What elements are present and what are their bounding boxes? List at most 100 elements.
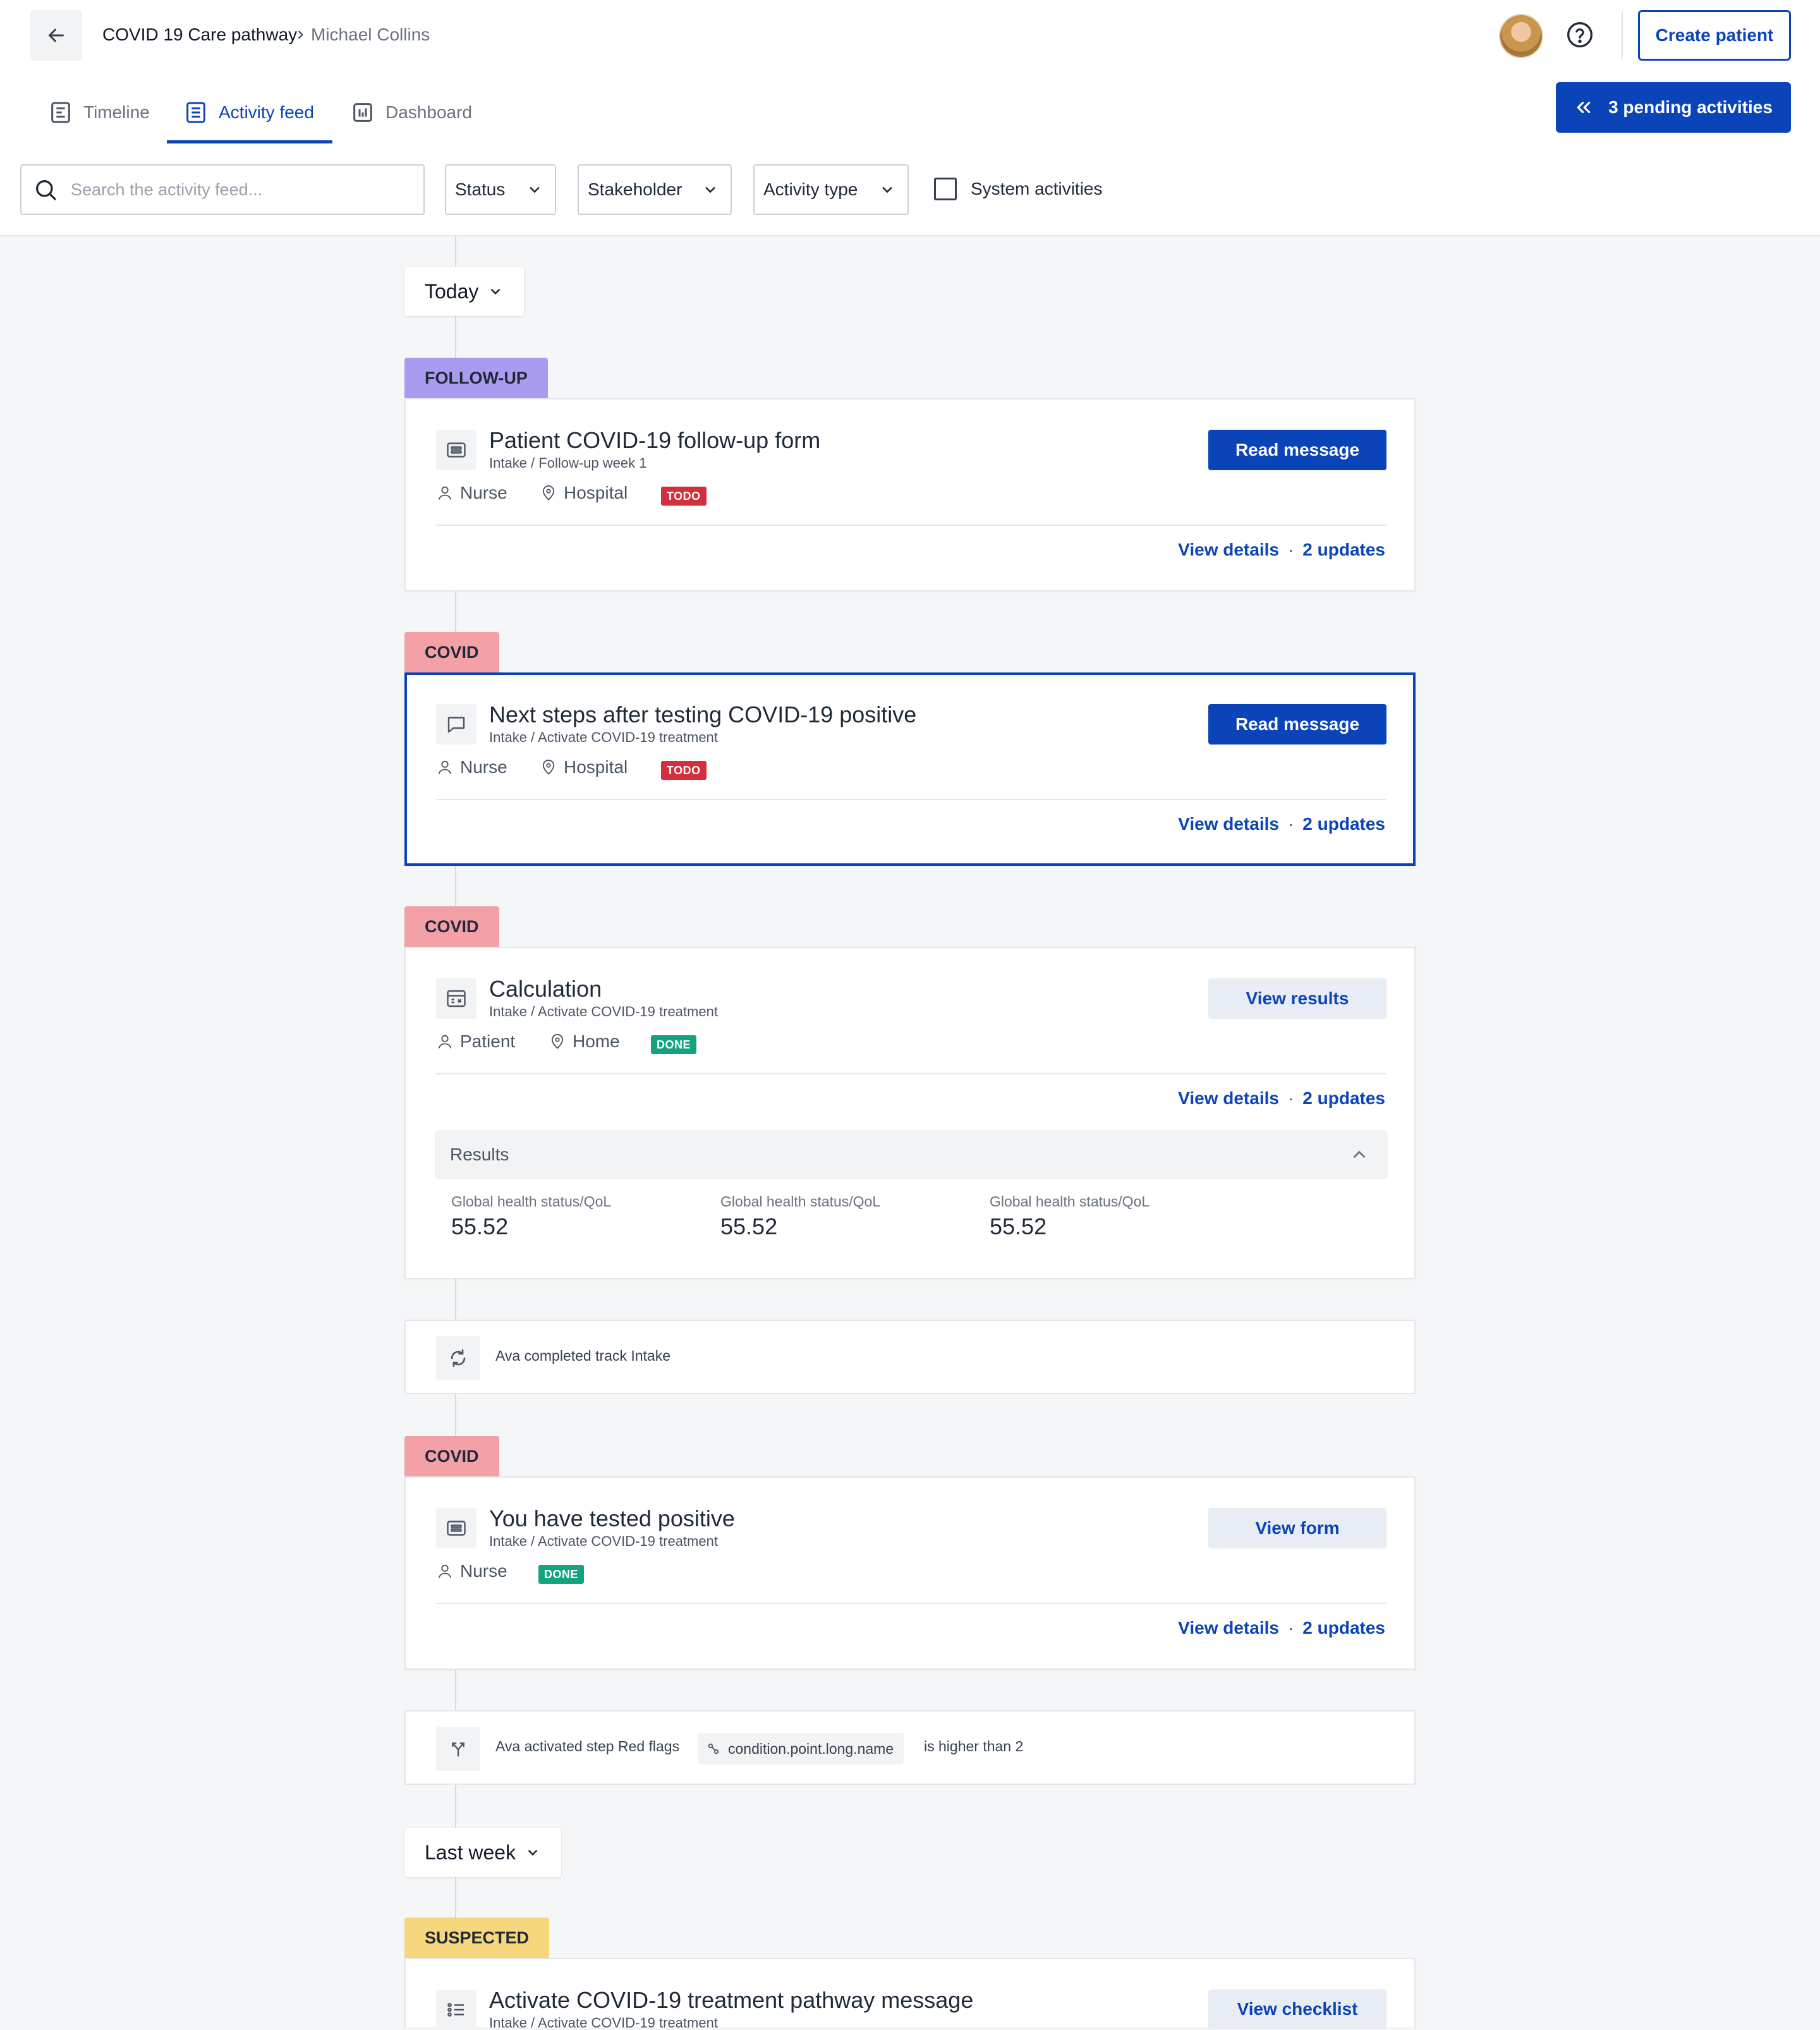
- status-badge: TODO: [661, 761, 707, 780]
- category-tag: COVID: [404, 1436, 499, 1476]
- stakeholder-meta: Nurse: [436, 483, 507, 503]
- system-activity-row: Ava completed track Intake: [404, 1320, 1416, 1394]
- location-pin-icon: [542, 485, 555, 501]
- location-meta: Hospital: [540, 483, 628, 503]
- activity-title: Calculation: [489, 976, 602, 1002]
- activity-card: You have tested positive Intake / Activa…: [404, 1476, 1416, 1670]
- location-label: Hospital: [564, 483, 628, 502]
- activity-feed-icon: [186, 102, 205, 123]
- date-group-today-label: Today: [425, 279, 479, 303]
- result-label: Global health status/QoL: [451, 1193, 612, 1210]
- form-icon: [436, 1508, 476, 1548]
- location-meta: Hospital: [540, 757, 628, 777]
- pending-activities-button[interactable]: 3 pending activities: [1556, 82, 1791, 133]
- result-label: Global health status/QoL: [720, 1193, 881, 1210]
- user-icon: [438, 760, 452, 774]
- category-tag: COVID: [404, 906, 499, 947]
- view-details-link[interactable]: View details: [1178, 814, 1279, 834]
- user-icon: [438, 1564, 452, 1578]
- updates-link[interactable]: 2 updates: [1302, 1088, 1385, 1108]
- stakeholder-meta: Patient: [436, 1031, 515, 1052]
- stakeholder-dropdown-label: Stakeholder: [588, 179, 682, 199]
- result-label: Global health status/QoL: [990, 1193, 1150, 1210]
- card-divider: [436, 1073, 1386, 1074]
- view-results-button[interactable]: View results: [1208, 978, 1386, 1019]
- avatar[interactable]: [1499, 14, 1543, 58]
- category-tag: COVID: [404, 632, 499, 672]
- results-heading: Results: [450, 1145, 509, 1164]
- message-icon: [436, 704, 476, 745]
- view-details-link[interactable]: View details: [1178, 1618, 1279, 1638]
- refresh-icon: [436, 1336, 480, 1380]
- search-input[interactable]: [70, 179, 401, 200]
- view-checklist-button[interactable]: View checklist: [1208, 1990, 1386, 2029]
- system-activities-checkbox[interactable]: [934, 178, 957, 200]
- tab-dashboard-label: Dashboard: [385, 102, 472, 122]
- status-badge: DONE: [538, 1565, 585, 1584]
- system-activity-text: Ava completed track Intake: [495, 1347, 670, 1364]
- create-patient-button[interactable]: Create patient: [1638, 10, 1791, 61]
- system-activity-row: Ava activated step Red flags condition.p…: [404, 1710, 1416, 1785]
- search-box[interactable]: [20, 164, 425, 215]
- header-divider: [1622, 11, 1623, 59]
- system-activities-label[interactable]: System activities: [971, 179, 1103, 199]
- stakeholder-meta: Nurse: [436, 1561, 507, 1581]
- activity-title: Next steps after testing COVID-19 positi…: [489, 702, 917, 727]
- results-accordion-header[interactable]: Results: [435, 1130, 1388, 1179]
- read-message-button[interactable]: Read message: [1208, 704, 1386, 745]
- calculator-icon: [436, 978, 476, 1019]
- filter-bar: Status Stakeholder Activity type System …: [0, 144, 1820, 236]
- branch-icon: [436, 1727, 480, 1771]
- tab-timeline[interactable]: Timeline: [48, 82, 150, 143]
- category-tag: FOLLOW-UP: [404, 358, 548, 398]
- system-activity-text: Ava activated step Red flags: [495, 1738, 680, 1754]
- activity-type-dropdown[interactable]: Activity type: [753, 164, 909, 215]
- condition-chip: condition.point.long.name: [698, 1733, 904, 1765]
- chevron-down-icon: [882, 186, 892, 193]
- date-group-last-week-label: Last week: [425, 1840, 516, 1864]
- link-icon: [708, 1743, 719, 1754]
- card-links: View details · 2 updates: [1178, 1618, 1385, 1638]
- help-icon[interactable]: [1566, 21, 1594, 49]
- stakeholder-label: Nurse: [460, 757, 507, 777]
- tab-activity-feed-label: Activity feed: [219, 102, 314, 122]
- checklist-icon: [436, 1990, 476, 2030]
- pending-activities-label: 3 pending activities: [1608, 97, 1773, 117]
- view-details-link[interactable]: View details: [1178, 540, 1279, 559]
- breadcrumb-pathway[interactable]: COVID 19 Care pathway: [102, 24, 297, 46]
- date-group-last-week[interactable]: Last week: [404, 1828, 562, 1877]
- activity-card: Activate COVID-19 treatment pathway mess…: [404, 1958, 1416, 2030]
- stakeholder-meta: Nurse: [436, 757, 507, 777]
- date-group-today[interactable]: Today: [404, 267, 525, 316]
- result-value: 55.52: [451, 1213, 509, 1239]
- stakeholder-dropdown[interactable]: Stakeholder: [578, 164, 732, 215]
- tab-activity-feed[interactable]: Activity feed: [183, 82, 314, 143]
- breadcrumb-patient: Michael Collins: [311, 25, 430, 44]
- card-links: View details · 2 updates: [1178, 1088, 1385, 1108]
- updates-link[interactable]: 2 updates: [1302, 540, 1385, 559]
- chevron-down-icon: [490, 288, 500, 295]
- status-dropdown[interactable]: Status: [445, 164, 556, 215]
- double-chevron-left-icon: [1577, 101, 1591, 114]
- activity-title: Activate COVID-19 treatment pathway mess…: [489, 1987, 974, 2013]
- activity-subtitle: Intake / Activate COVID-19 treatment: [489, 2015, 718, 2027]
- stakeholder-label: Patient: [460, 1031, 516, 1051]
- stakeholder-label: Nurse: [460, 1561, 507, 1581]
- arrow-left-icon: [49, 28, 64, 42]
- search-icon: [36, 180, 56, 200]
- form-icon: [436, 430, 476, 470]
- back-button[interactable]: [30, 10, 82, 61]
- dashboard-icon: [353, 103, 372, 122]
- view-form-button[interactable]: View form: [1208, 1508, 1386, 1548]
- read-message-button[interactable]: Read message: [1208, 430, 1386, 470]
- updates-link[interactable]: 2 updates: [1302, 1618, 1385, 1638]
- system-activity-text: is higher than 2: [924, 1738, 1024, 1754]
- activity-title: You have tested positive: [489, 1505, 735, 1531]
- chevron-down-icon: [705, 186, 715, 193]
- status-dropdown-label: Status: [455, 179, 506, 199]
- chevron-up-icon: [1353, 1150, 1366, 1158]
- tab-dashboard[interactable]: Dashboard: [350, 82, 472, 143]
- chevron-down-icon: [530, 186, 540, 193]
- view-details-link[interactable]: View details: [1178, 1088, 1279, 1108]
- updates-link[interactable]: 2 updates: [1302, 814, 1385, 834]
